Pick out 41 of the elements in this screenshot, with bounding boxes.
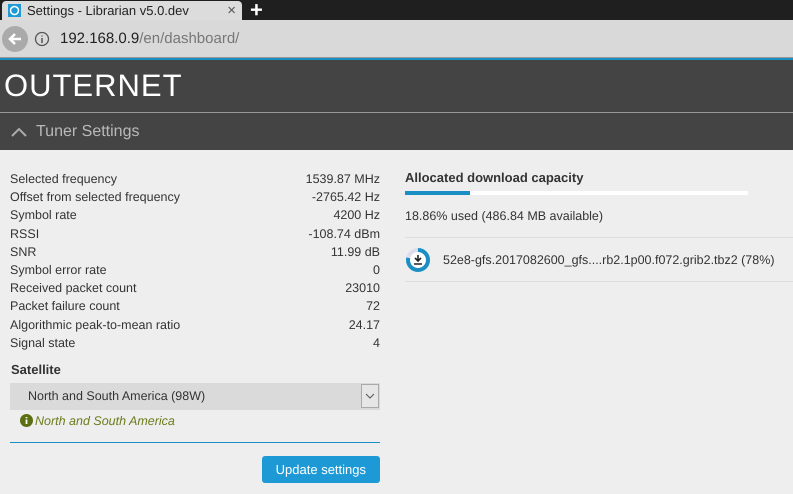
capacity-title: Allocated download capacity (405, 170, 584, 185)
satellite-label: Satellite (11, 362, 62, 377)
stat-label: Packet failure count (10, 299, 120, 314)
stat-value: 24.17 (348, 318, 380, 332)
info-icon (20, 414, 33, 428)
tab-title: Settings - Librarian v5.0.dev (27, 3, 190, 18)
info-icon[interactable] (34, 30, 50, 46)
back-button[interactable] (2, 26, 28, 52)
stat-value: 23010 (345, 281, 380, 296)
stat-value: 1539.87 MHz (306, 172, 380, 186)
download-progress-icon (405, 246, 431, 272)
chevron-icon[interactable] (10, 126, 28, 138)
stat-label: Offset from selected frequency (10, 190, 180, 204)
section-title[interactable]: Tuner Settings (36, 122, 140, 140)
help-text: North and South America (35, 414, 175, 428)
logo: OUTERNET (4, 68, 182, 104)
caret-icon (365, 393, 375, 400)
stat-label: Selected frequency (10, 172, 118, 186)
address-field[interactable]: 192.168.0.9/en/dashboard/ (60, 30, 240, 47)
stat-value: -108.74 dBm (308, 226, 380, 241)
stat-label: Received packet count (10, 281, 136, 296)
capacity-summary: 18.86% used (486.84 MB available) (405, 209, 604, 223)
stat-value: 4200 Hz (333, 208, 380, 222)
stat-value: -2765.42 Hz (312, 190, 380, 204)
stat-value: 4 (373, 336, 380, 350)
stat-label: Symbol rate (10, 208, 77, 222)
stat-label: RSSI (10, 226, 40, 241)
stat-label: SNR (10, 244, 36, 259)
stat-value: 0 (373, 263, 380, 278)
app-icon (9, 5, 20, 16)
close-tab-button[interactable]: × (227, 2, 236, 19)
new-tab-button[interactable]: + (250, 0, 263, 20)
stat-label: Signal state (10, 336, 76, 350)
download-name: 52e8-gfs.2017082600_gfs....rb2.1p00.f072.grib2.tbz2 (78%) (443, 252, 774, 266)
stat-label: Algorithmic peak-to-mean ratio (10, 318, 180, 332)
stat-value: 11.99 dB (330, 244, 380, 259)
satellite-select[interactable]: North and South America (98W) (10, 382, 380, 410)
browser-tab[interactable]: Settings - Librarian v5.0.dev × (2, 1, 242, 20)
stat-value: 72 (366, 299, 380, 314)
back-arrow-icon (7, 30, 23, 46)
stat-label: Symbol error rate (10, 263, 107, 278)
